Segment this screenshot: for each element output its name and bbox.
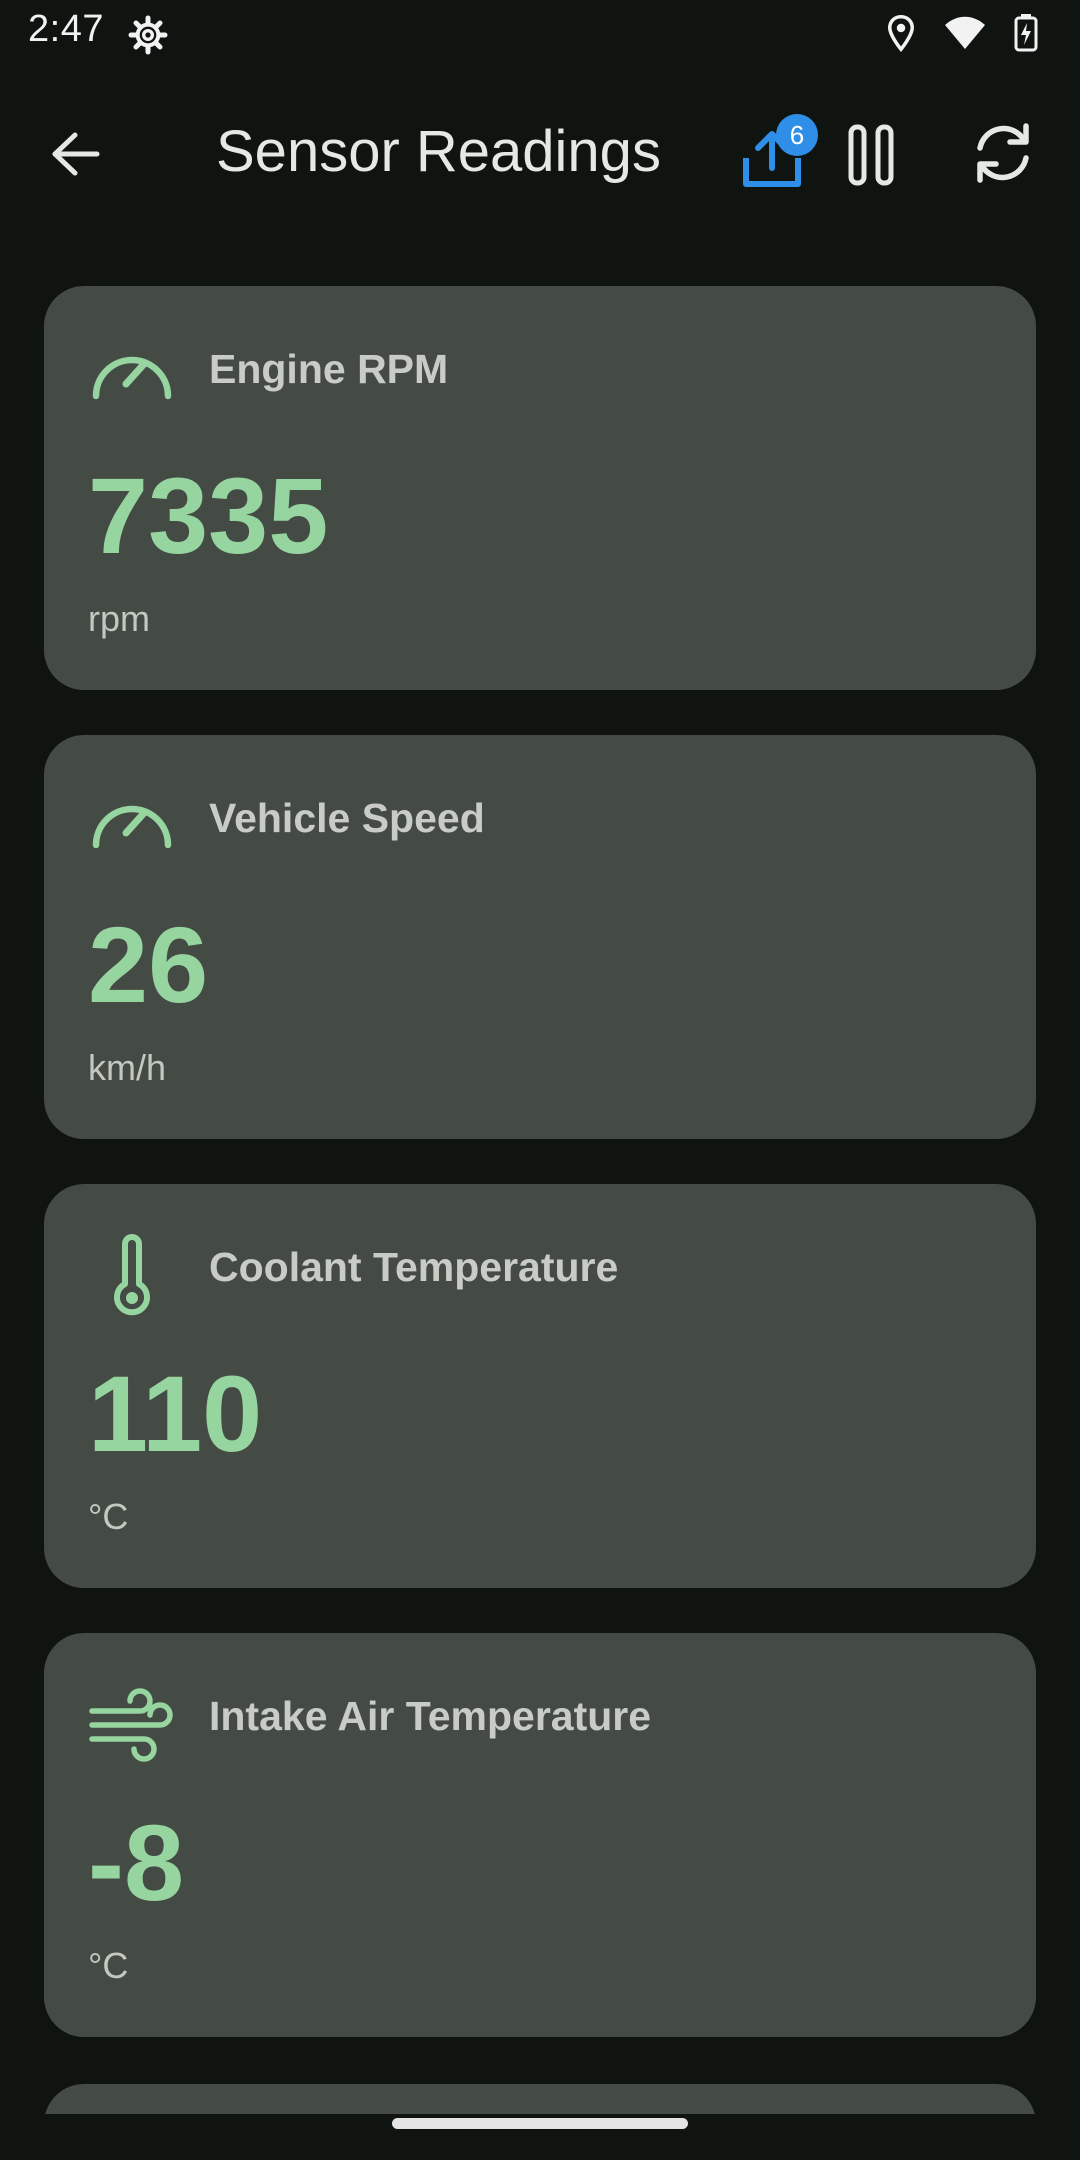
thermometer-icon — [88, 1232, 176, 1320]
pause-button[interactable] — [848, 124, 894, 186]
back-arrow-icon — [52, 132, 100, 176]
refresh-icon — [977, 123, 1029, 183]
next-sensor-card[interactable] — [44, 2084, 1036, 2114]
sensor-title: Coolant Temperature — [209, 1244, 619, 1290]
sensor-value: 110 — [88, 1353, 263, 1474]
settings-icon — [128, 15, 168, 55]
sensor-unit: km/h — [88, 1047, 167, 1088]
sensor-unit: °C — [88, 1945, 129, 1986]
sensor-title: Vehicle Speed — [209, 795, 485, 841]
sensor-card-list: Engine RPM 7335 rpm Vehicle Speed 26 km/… — [44, 286, 1036, 2082]
status-bar: 2:47 — [0, 0, 1080, 66]
page-title: Sensor Readings — [216, 119, 661, 184]
sensor-title: Engine RPM — [209, 346, 449, 392]
pause-icon — [848, 124, 894, 186]
app-bar: Sensor Readings 6 — [0, 96, 1080, 212]
sensor-card-coolant-temperature[interactable]: Coolant Temperature 110 °C — [44, 1184, 1036, 1588]
gesture-navigation-handle[interactable] — [392, 2118, 688, 2129]
sensor-title: Intake Air Temperature — [209, 1693, 652, 1739]
sensor-card-engine-rpm[interactable]: Engine RPM 7335 rpm — [44, 286, 1036, 690]
sensor-value: -8 — [88, 1802, 185, 1923]
back-button[interactable] — [46, 124, 106, 184]
status-time: 2:47 — [28, 8, 104, 50]
sensor-value: 26 — [88, 904, 209, 1025]
battery-charging-icon — [1014, 14, 1038, 57]
sensor-unit: rpm — [88, 598, 150, 639]
sensor-unit: °C — [88, 1496, 129, 1537]
upload-count-badge: 6 — [776, 114, 818, 156]
refresh-button[interactable] — [970, 120, 1036, 186]
speedometer-icon — [88, 334, 176, 422]
speedometer-icon — [88, 783, 176, 871]
sensor-card-vehicle-speed[interactable]: Vehicle Speed 26 km/h — [44, 735, 1036, 1139]
location-icon — [886, 14, 916, 57]
sensor-card-intake-air-temperature[interactable]: Intake Air Temperature -8 °C — [44, 1633, 1036, 2037]
wifi-icon — [944, 16, 986, 55]
sensor-value: 7335 — [88, 455, 329, 576]
wind-icon — [88, 1681, 176, 1769]
